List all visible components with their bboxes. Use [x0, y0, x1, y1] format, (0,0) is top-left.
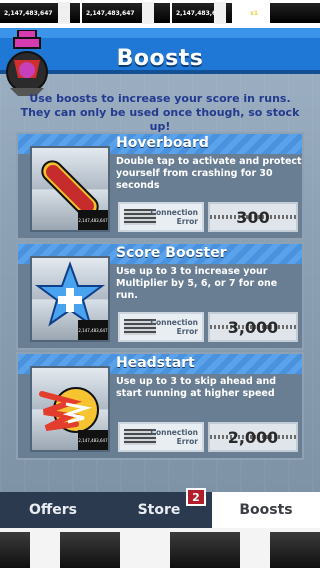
buy-button[interactable]: 3,000: [208, 312, 298, 342]
currency-value: 2,147,483,647: [86, 9, 135, 17]
owned-count: 2,147,483,647: [78, 210, 108, 230]
currency-value: 2,147,483,647: [4, 9, 53, 17]
bottom-nav: Offers Store 2 Boosts: [0, 488, 320, 528]
placeholder-block: [58, 2, 70, 24]
connection-status: Connection Error: [118, 312, 204, 342]
boost-name: Hoverboard: [116, 135, 209, 151]
boost-image: 2,147,483,647: [30, 146, 110, 232]
bottom-bar: [0, 528, 320, 568]
bottom-block: [0, 532, 30, 568]
boost-name: Headstart: [116, 355, 195, 371]
boost-image: 2,147,483,647: [30, 256, 110, 342]
owned-count: 2,147,483,647: [78, 430, 108, 450]
boost-image: 2,147,483,647: [30, 366, 110, 452]
status-text: Connection Error: [150, 318, 198, 336]
buy-button[interactable]: 2,000: [208, 422, 298, 452]
connection-status: Connection Error: [118, 422, 204, 452]
multiplier-badge: x1: [250, 10, 259, 17]
placeholder-block: [142, 2, 154, 24]
character-icon: [6, 29, 48, 96]
bottom-block: [270, 532, 320, 568]
boost-name: Score Booster: [116, 245, 227, 261]
price-value: 300: [236, 208, 270, 227]
status-text: Connection Error: [150, 208, 198, 226]
store-count-badge: 2: [186, 488, 206, 506]
boost-description: Use up to 3 to increase your Multiplier …: [116, 266, 278, 301]
boost-description: Use up to 3 to skip ahead and start runn…: [116, 376, 277, 399]
top-bar-end: [270, 3, 320, 23]
price-value: 3,000: [227, 318, 279, 337]
tab-offers[interactable]: Offers: [0, 492, 106, 528]
owned-count: 2,147,483,647: [78, 320, 108, 340]
top-status-bar: 2,147,483,647 2,147,483,647 2,147,483,64…: [0, 0, 320, 28]
avatar[interactable]: [2, 29, 52, 98]
boost-card-headstart[interactable]: Headstart 2,147,483,647 Use up to 3 to s…: [16, 352, 304, 460]
tab-boosts[interactable]: Boosts: [212, 492, 320, 528]
boost-description: Double tap to activate and protect yours…: [116, 156, 302, 191]
connection-status: Connection Error: [118, 202, 204, 232]
status-text: Connection Error: [150, 428, 198, 446]
bottom-block: [60, 532, 120, 568]
page-subtitle: Use boosts to increase your score in run…: [20, 92, 300, 133]
boost-card-score-booster[interactable]: Score Booster 2,147,483,647 Use up to 3 …: [16, 242, 304, 350]
placeholder-block: [214, 2, 226, 24]
currency-counter-2: 2,147,483,647: [82, 3, 170, 23]
bottom-block: [170, 532, 240, 568]
price-value: 2,000: [227, 428, 279, 447]
boost-card-hoverboard[interactable]: Hoverboard 2,147,483,647 Double tap to a…: [16, 132, 304, 240]
buy-button[interactable]: 300: [208, 202, 298, 232]
